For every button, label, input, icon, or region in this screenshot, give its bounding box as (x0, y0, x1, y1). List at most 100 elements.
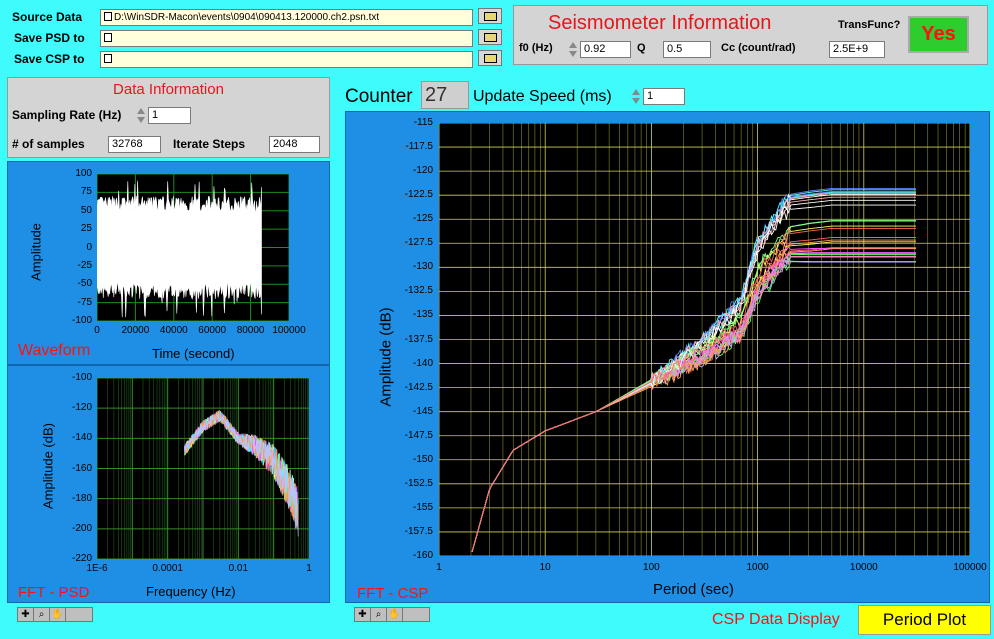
path-icon (104, 33, 112, 42)
samples-input[interactable]: 32768 (108, 136, 161, 153)
csp-ytick: -122.5 (404, 189, 433, 201)
waveform-ytick: 50 (80, 204, 92, 216)
zoom-tool-icon[interactable]: ⌕ (34, 608, 50, 621)
path-icon (104, 12, 112, 21)
counter-value: 27 (421, 81, 469, 109)
csp-ytick: -150 (412, 453, 433, 465)
source-data-label: Source Data (12, 10, 83, 24)
data-info-title: Data Information (113, 81, 224, 98)
psd-name: FFT - PSD (18, 584, 90, 601)
folder-icon (483, 53, 497, 63)
browse-csp-button[interactable] (478, 50, 502, 66)
waveform-ytick: -25 (77, 259, 92, 271)
csp-ytick: -160 (412, 550, 433, 561)
iterate-steps-label: Iterate Steps (173, 137, 246, 151)
f0-input[interactable]: 0.92 (580, 41, 631, 58)
csp-xtick: 10000 (849, 562, 878, 573)
csp-ytick: -145 (412, 405, 433, 417)
cc-label: Cc (count/rad) (721, 42, 796, 54)
csp-name: FFT - CSP (357, 585, 429, 602)
csp-ytick: -155 (412, 501, 433, 513)
waveform-ytick: 100 (75, 168, 92, 179)
psd-ytick: -120 (71, 402, 92, 414)
update-speed-label: Update Speed (ms) (473, 88, 612, 105)
psd-ylabel: Amplitude (dB) (40, 423, 56, 509)
waveform-xtick: 100000 (272, 325, 306, 336)
waveform-xtick: 40000 (159, 325, 188, 336)
csp-graph-tools: ✚ ⌕ ✋ (354, 607, 430, 622)
waveform-graph: 100 75 50 25 0 -25 -50 -75 -100 0 20000 40000 60000… (7, 161, 330, 365)
waveform-ytick: 0 (86, 241, 92, 253)
browse-psd-button[interactable] (478, 29, 502, 45)
cc-input[interactable]: 2.5E+9 (829, 41, 885, 58)
csp-ytick: -120 (412, 165, 433, 177)
save-psd-field[interactable] (100, 30, 473, 47)
waveform-ytick: -75 (77, 296, 92, 308)
waveform-xtick: 60000 (198, 325, 227, 336)
csp-ytick: -157.5 (404, 525, 433, 537)
f0-spinner[interactable] (568, 41, 578, 58)
folder-icon (483, 11, 497, 21)
csp-xtick: 100000 (953, 562, 987, 573)
csp-ytick: -132.5 (404, 285, 433, 297)
csp-ytick: -140 (412, 357, 433, 369)
path-icon (104, 54, 112, 63)
sampling-rate-label: Sampling Rate (Hz) (12, 108, 122, 122)
psd-xtick: 0.01 (228, 563, 249, 574)
source-data-field[interactable]: D:\WinSDR-Macon\events\0904\090413.12000… (100, 9, 473, 26)
seismometer-title: Seismometer Information (548, 12, 772, 34)
period-plot-button[interactable]: Period Plot (858, 605, 991, 635)
csp-ytick: -117.5 (405, 141, 433, 153)
waveform-plot (97, 174, 289, 321)
psd-xtick: 0.0001 (152, 563, 183, 574)
folder-icon (483, 32, 497, 42)
update-speed-spinner[interactable] (631, 88, 641, 105)
transfunc-yes-button[interactable]: Yes (908, 16, 969, 53)
waveform-xtick: 20000 (121, 325, 150, 336)
psd-ytick: -140 (71, 432, 92, 444)
zoom-tool-icon[interactable]: ⌕ (371, 608, 387, 621)
csp-display-label: CSP Data Display (712, 611, 840, 628)
csp-xtick: 1000 (746, 562, 769, 573)
iterate-steps-input[interactable]: 2048 (269, 136, 320, 153)
waveform-ytick: -50 (77, 278, 92, 290)
csp-xlabel: Period (sec) (653, 581, 734, 598)
csp-ytick: -115 (413, 117, 433, 128)
sampling-rate-input[interactable]: 1 (148, 107, 191, 124)
counter-label: Counter (345, 86, 413, 107)
transfunc-label: TransFunc? (838, 19, 901, 31)
waveform-ytick: 75 (80, 186, 92, 198)
seismometer-panel: Seismometer Information TransFunc? Yes f… (513, 5, 988, 65)
save-psd-label: Save PSD to (14, 31, 85, 45)
save-csp-label: Save CSP to (14, 52, 85, 66)
psd-ytick: -200 (71, 522, 92, 534)
data-info-panel: Data Information Sampling Rate (Hz) 1 # … (7, 77, 330, 158)
browse-source-button[interactable] (478, 8, 502, 24)
waveform-ylabel: Amplitude (28, 223, 44, 281)
csp-plot (439, 123, 970, 556)
cursor-tool-icon[interactable]: ✚ (355, 608, 371, 621)
csp-ytick: -130 (412, 261, 433, 273)
f0-label: f0 (Hz) (519, 42, 553, 54)
pan-tool-icon[interactable]: ✋ (387, 608, 403, 621)
save-csp-field[interactable] (100, 51, 473, 68)
waveform-ytick: 25 (80, 223, 92, 235)
csp-ytick: -137.5 (404, 333, 433, 345)
q-label: Q (637, 42, 646, 54)
update-speed-input[interactable]: 1 (643, 88, 685, 105)
pan-tool-icon[interactable]: ✋ (50, 608, 66, 621)
q-input[interactable]: 0.5 (663, 41, 711, 58)
psd-plot (97, 378, 309, 559)
csp-xtick: 10 (539, 562, 551, 573)
cursor-tool-icon[interactable]: ✚ (18, 608, 34, 621)
waveform-name: Waveform (18, 342, 91, 359)
samples-label: # of samples (12, 137, 85, 151)
psd-xtick: 1E-6 (86, 563, 108, 574)
psd-ytick: -100 (71, 372, 92, 383)
waveform-xlabel: Time (second) (152, 346, 235, 361)
csp-xtick: 1 (436, 562, 442, 573)
csp-ytick: -142.5 (404, 381, 433, 393)
psd-graph: -100 -120 -140 -160 -180 -200 -220 1E-6 0.0001 0… (7, 365, 330, 603)
sampling-rate-spinner[interactable] (136, 107, 146, 124)
csp-ytick: -147.5 (404, 429, 433, 441)
